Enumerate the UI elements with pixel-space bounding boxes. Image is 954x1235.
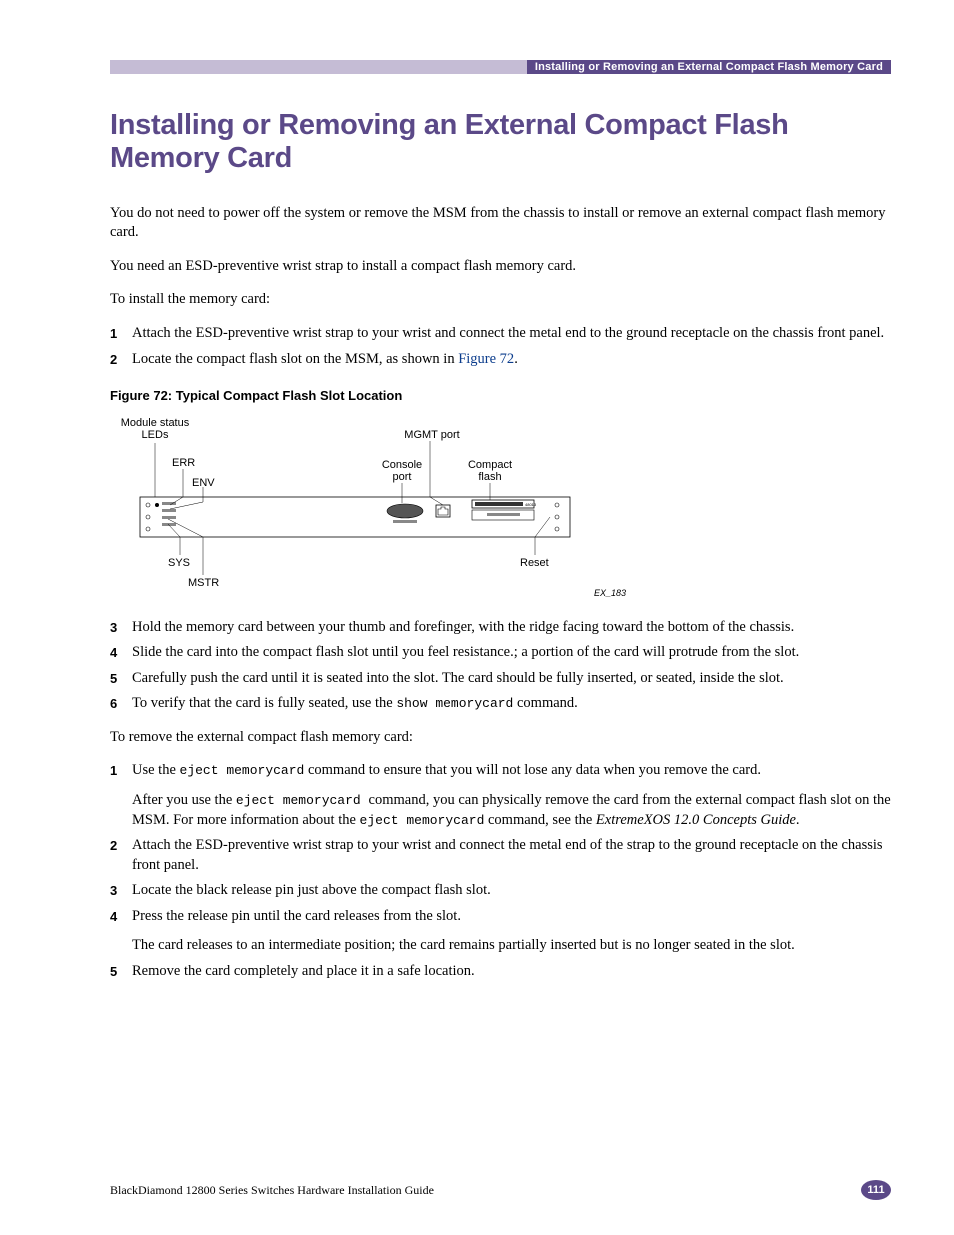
list-item: 3 Locate the black release pin just abov… [110, 881, 891, 901]
list-item: 2 Attach the ESD-preventive wrist strap … [110, 836, 891, 875]
list-item: 4 Press the release pin until the card r… [110, 907, 891, 956]
step-number: 4 [110, 643, 132, 663]
page-title: Installing or Removing an External Compa… [110, 109, 891, 176]
code-text: eject memorycard [180, 763, 305, 778]
footer-book-title: BlackDiamond 12800 Series Switches Hardw… [110, 1182, 434, 1198]
step-text: Slide the card into the compact flash sl… [132, 643, 891, 663]
step-text: After you use the [132, 792, 236, 808]
remove-list: 1 Use the eject memorycard command to en… [110, 761, 891, 981]
code-text: eject memorycard [360, 813, 485, 828]
list-item: 1 Attach the ESD-preventive wrist strap … [110, 324, 891, 344]
step-text: command, see the [484, 812, 596, 828]
step-number: 3 [110, 618, 132, 638]
list-item: 5 Remove the card completely and place i… [110, 962, 891, 982]
list-item: 3 Hold the memory card between your thum… [110, 618, 891, 638]
install-list-b: 3 Hold the memory card between your thum… [110, 618, 891, 714]
step-number: 1 [110, 324, 132, 344]
list-item: 4 Slide the card into the compact flash … [110, 643, 891, 663]
book-reference: ExtremeXOS 12.0 Concepts Guide [596, 812, 796, 828]
step-text: To verify that the card is fully seated,… [132, 695, 396, 711]
list-item: 1 Use the eject memorycard command to en… [110, 761, 891, 830]
install-list-a: 1 Attach the ESD-preventive wrist strap … [110, 324, 891, 369]
remove-intro: To remove the external compact flash mem… [110, 728, 891, 748]
step-text: Locate the compact flash slot on the MSM… [132, 351, 458, 367]
step-text: Press the release pin until the card rel… [132, 907, 891, 927]
step-text: The card releases to an intermediate pos… [132, 936, 891, 956]
intro-p2: You need an ESD-preventive wrist strap t… [110, 257, 891, 277]
figure-link[interactable]: Figure 72 [458, 351, 514, 367]
code-text: eject memorycard [236, 793, 369, 808]
step-text: command to ensure that you will not lose… [304, 762, 761, 778]
step-text: Attach the ESD-preventive wrist strap to… [132, 324, 891, 344]
figure-diagram: Module status LEDs ERR ENV SYS MSTR MGMT… [110, 417, 891, 602]
step-number: 6 [110, 694, 132, 714]
intro-p3: To install the memory card: [110, 290, 891, 310]
step-text: . [796, 812, 800, 828]
intro-p1: You do not need to power off the system … [110, 204, 891, 243]
step-number: 5 [110, 962, 132, 982]
msm-panel-diagram: 48013 [110, 417, 670, 602]
running-header: Installing or Removing an External Compa… [527, 60, 891, 74]
step-text-post: . [514, 351, 518, 367]
step-text: Remove the card completely and place it … [132, 962, 891, 982]
step-number: 4 [110, 907, 132, 956]
figure-caption: Figure 72: Typical Compact Flash Slot Lo… [110, 387, 891, 405]
step-number: 1 [110, 761, 132, 830]
step-text: Use the [132, 762, 180, 778]
page-footer: BlackDiamond 12800 Series Switches Hardw… [110, 1180, 891, 1200]
step-number: 2 [110, 836, 132, 875]
code-text: show memorycard [396, 696, 513, 711]
svg-text:48013: 48013 [525, 502, 537, 507]
page-number: 111 [861, 1180, 891, 1200]
step-text: Carefully push the card until it is seat… [132, 669, 891, 689]
header-bar: Installing or Removing an External Compa… [110, 60, 891, 74]
list-item: 6 To verify that the card is fully seate… [110, 694, 891, 714]
step-text: Hold the memory card between your thumb … [132, 618, 891, 638]
list-item: 5 Carefully push the card until it is se… [110, 669, 891, 689]
step-number: 2 [110, 350, 132, 370]
step-text: Locate the black release pin just above … [132, 881, 891, 901]
list-item: 2 Locate the compact flash slot on the M… [110, 350, 891, 370]
step-text-post: command. [513, 695, 577, 711]
step-text: Attach the ESD-preventive wrist strap to… [132, 836, 891, 875]
step-number: 3 [110, 881, 132, 901]
step-number: 5 [110, 669, 132, 689]
